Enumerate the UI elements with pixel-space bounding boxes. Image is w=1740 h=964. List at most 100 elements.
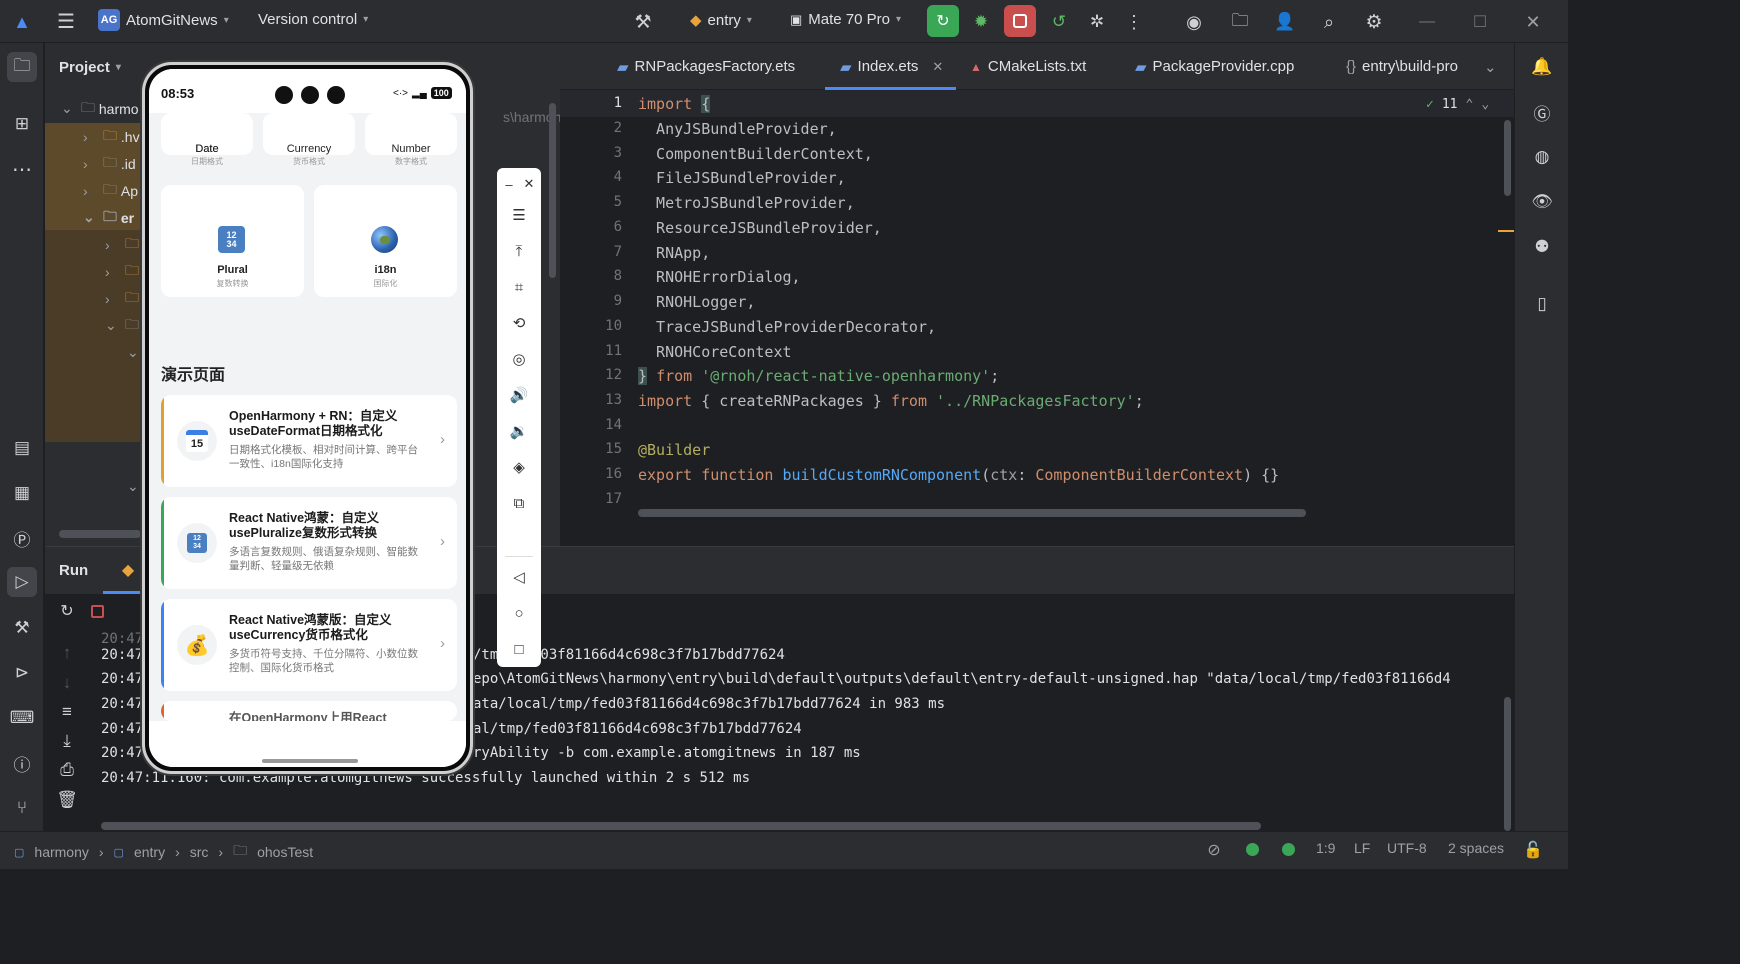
code-editor[interactable]: 1 2 3 4 5 6 7 8 9 10 11 12 13 14 15 16 17 import { AnyJS…: [560, 90, 1514, 546]
debug-icon[interactable]: ✹: [968, 9, 994, 35]
tree-item[interactable]: ⌄: [127, 339, 139, 366]
tab-rnpackagesfactory[interactable]: ▰ RNPackagesFactory.ets: [617, 43, 795, 90]
home-icon[interactable]: ○: [507, 601, 531, 625]
scroll-to-end-icon[interactable]: ⤓: [52, 726, 82, 756]
line-number[interactable]: 9: [560, 293, 622, 309]
line-number[interactable]: 4: [560, 169, 622, 185]
line-number[interactable]: 3: [560, 145, 622, 161]
menu-icon[interactable]: ☰: [507, 203, 531, 227]
status-dot-icon[interactable]: [1246, 843, 1259, 856]
profiler-icon[interactable]: Ⓟ: [7, 523, 37, 553]
more-actions-icon[interactable]: ⋮: [1122, 9, 1146, 35]
demo-item-partial[interactable]: 在OpenHarmony上用React: [161, 701, 457, 721]
line-number[interactable]: 8: [560, 268, 622, 284]
fold-icon[interactable]: ◈: [507, 455, 531, 479]
git-icon[interactable]: ⑂: [7, 793, 37, 823]
search-icon[interactable]: ⌕: [1316, 9, 1342, 35]
line-number[interactable]: 2: [560, 120, 622, 136]
attach-debugger-icon[interactable]: ✲: [1084, 9, 1110, 35]
lock-icon[interactable]: 🔓: [1522, 839, 1544, 861]
line-number[interactable]: 10: [560, 318, 622, 334]
project-scrollbar[interactable]: [549, 103, 556, 278]
breadcrumb-item[interactable]: ohosTest: [257, 844, 313, 860]
home-indicator[interactable]: [262, 759, 358, 763]
clear-trash-icon[interactable]: 🗑: [52, 785, 82, 815]
close-tab-icon[interactable]: ✕: [932, 59, 943, 75]
more-tools-icon[interactable]: ⋯: [7, 154, 37, 184]
main-menu-icon[interactable]: ☰: [54, 9, 78, 33]
tree-item[interactable]: › 🗀 .hv: [83, 123, 140, 150]
feature-card-plural[interactable]: 12 34 Plural 复数转换: [161, 185, 304, 297]
tab-build-profile[interactable]: {} entry\build-pro: [1346, 43, 1458, 90]
rotate-icon[interactable]: ⟲: [507, 311, 531, 335]
device-manager-icon[interactable]: ◉: [1181, 9, 1207, 35]
file-encoding[interactable]: UTF-8: [1387, 840, 1427, 856]
crop-icon[interactable]: ⌗: [507, 275, 531, 299]
tree-item[interactable]: › 🗀: [105, 285, 139, 312]
line-number[interactable]: 13: [560, 392, 622, 408]
stop-icon[interactable]: [82, 596, 112, 626]
maximize-icon[interactable]: ☐: [1467, 9, 1493, 35]
tree-item[interactable]: ⌄ 🗀 harmo: [61, 95, 139, 122]
run-config-tab-icon[interactable]: ◆: [117, 559, 139, 581]
line-number[interactable]: 12: [560, 367, 622, 383]
project-switcher[interactable]: AG AtomGitNews ▾: [98, 9, 229, 31]
line-number[interactable]: 17: [560, 491, 622, 507]
status-dot-icon[interactable]: [1282, 843, 1295, 856]
volume-down-icon[interactable]: 🔉: [507, 419, 531, 443]
line-number[interactable]: 1: [560, 95, 622, 111]
build-hammer-icon[interactable]: ⚒: [630, 9, 656, 35]
eye-icon[interactable]: 👁: [1527, 187, 1557, 217]
breadcrumb-item[interactable]: entry: [134, 844, 165, 860]
line-separator[interactable]: LF: [1354, 840, 1370, 856]
line-number[interactable]: 7: [560, 244, 622, 260]
pin-top-icon[interactable]: ⤒: [507, 239, 531, 263]
rerun-icon[interactable]: ↻: [52, 596, 82, 626]
codegenie-icon[interactable]: Ⓖ: [1527, 97, 1557, 127]
back-icon[interactable]: ◁: [507, 565, 531, 589]
multi-screen-icon[interactable]: ⧉: [507, 491, 531, 515]
indent-setting[interactable]: 2 spaces: [1448, 840, 1504, 856]
chevron-up-icon[interactable]: ⌃: [1465, 97, 1473, 112]
assistant-icon[interactable]: ⚉: [1527, 232, 1557, 262]
editor-hscrollbar[interactable]: [638, 509, 1306, 517]
notifications-icon[interactable]: 🔔: [1527, 52, 1557, 82]
chevron-down-icon[interactable]: ⌄: [1481, 97, 1489, 112]
tree-item[interactable]: › 🗀: [105, 258, 139, 285]
volume-up-icon[interactable]: 🔊: [507, 383, 531, 407]
close-icon[interactable]: ✕: [517, 172, 541, 196]
device-selector[interactable]: ▣ Mate 70 Pro ▾: [790, 11, 901, 28]
tree-item[interactable]: › 🗀: [105, 231, 139, 258]
scroll-up-icon[interactable]: ↑: [52, 638, 82, 668]
feature-card-i18n[interactable]: i18n 国际化: [314, 185, 457, 297]
tab-index[interactable]: ▰ Index.ets ✕: [840, 43, 943, 90]
demo-item-pluralize[interactable]: 12 34 React Native鸿蒙：自定义usePluralize复数形式转…: [161, 497, 457, 589]
tree-item[interactable]: ⌄: [127, 473, 139, 500]
todo-icon[interactable]: ▤: [7, 433, 37, 463]
no-device-icon[interactable]: ⊘: [1203, 839, 1225, 861]
inspection-widget[interactable]: ✓ 11 ⌃ ⌄: [1426, 97, 1489, 112]
project-hscrollbar[interactable]: [59, 530, 141, 538]
breadcrumb-item[interactable]: src: [190, 844, 209, 860]
vcs-menu[interactable]: Version control ▾: [258, 11, 368, 28]
problems-icon[interactable]: ⓘ: [7, 748, 37, 778]
minimize-icon[interactable]: —: [1414, 9, 1440, 35]
previewer-icon[interactable]: ◍: [1527, 142, 1557, 172]
settings-gear-icon[interactable]: ⚙: [1361, 9, 1387, 35]
folder-icon[interactable]: 🗀: [1226, 9, 1254, 35]
terminal-icon[interactable]: ⌨: [7, 703, 37, 733]
demo-item-dateformat[interactable]: 15 OpenHarmony + RN：自定义useDateFormat日期格式…: [161, 395, 457, 487]
layout-icon[interactable]: ▦: [7, 478, 37, 508]
print-icon[interactable]: ⎙: [52, 755, 82, 785]
tab-cmakelists[interactable]: ▲ CMakeLists.txt: [970, 43, 1086, 90]
tree-item[interactable]: ⌄ 🗀: [105, 312, 139, 339]
scroll-down-icon[interactable]: ↓: [52, 668, 82, 698]
project-panel-header[interactable]: Project ▾: [59, 59, 121, 76]
demo-item-currency[interactable]: 💰 React Native鸿蒙版：自定义useCurrency货币格式化 多货…: [161, 599, 457, 691]
screenshot-icon[interactable]: ◎: [507, 347, 531, 371]
device-mirror-icon[interactable]: ▯: [1527, 289, 1557, 319]
build-tool-icon[interactable]: ⚒: [7, 613, 37, 643]
soft-wrap-icon[interactable]: ≡: [52, 697, 82, 727]
recents-icon[interactable]: □: [507, 637, 531, 661]
line-number[interactable]: 6: [560, 219, 622, 235]
